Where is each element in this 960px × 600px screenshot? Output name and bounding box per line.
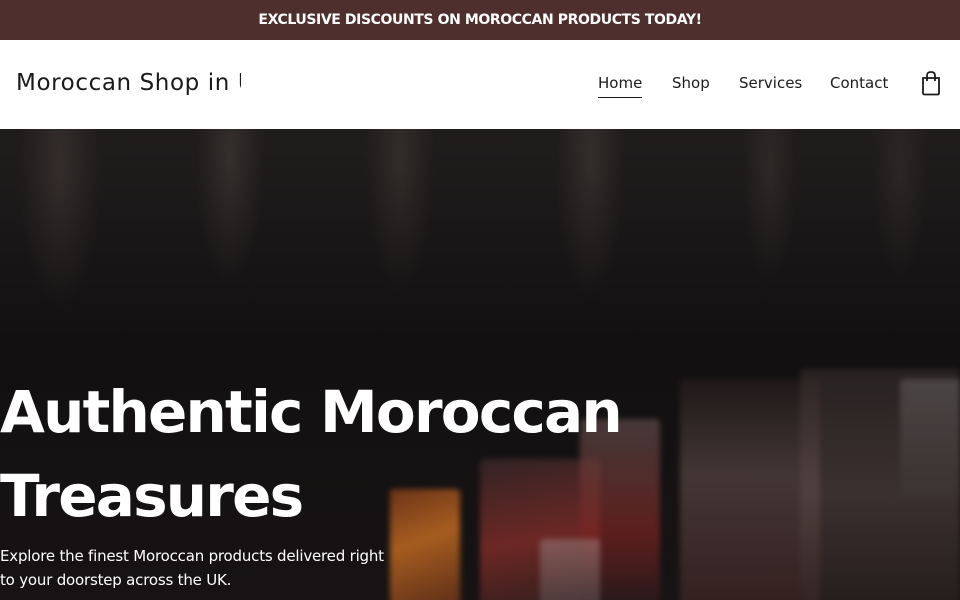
hero-image-rug (540, 539, 600, 600)
nav-item-shop[interactable]: Shop (672, 74, 710, 92)
hero-title: Authentic Moroccan Treasures (0, 378, 623, 530)
nav-item-contact[interactable]: Contact (830, 74, 888, 92)
hero-subtitle: Explore the finest Moroccan products del… (0, 547, 384, 589)
hero-image-rug (900, 379, 960, 499)
promo-text: EXCLUSIVE DISCOUNTS ON MOROCCAN PRODUCTS… (258, 12, 702, 28)
nav-item-services[interactable]: Services (739, 74, 802, 92)
hero-section: Authentic Moroccan Treasures Explore the… (0, 129, 960, 600)
nav-item-home[interactable]: Home (598, 74, 643, 98)
site-title[interactable]: Moroccan Shop in UK (16, 70, 241, 100)
shopping-bag-icon[interactable] (920, 70, 942, 96)
hero-image-rug (680, 379, 820, 600)
promo-banner: EXCLUSIVE DISCOUNTS ON MOROCCAN PRODUCTS… (0, 0, 960, 40)
site-header: Moroccan Shop in UK Home Shop Services C… (0, 40, 960, 129)
